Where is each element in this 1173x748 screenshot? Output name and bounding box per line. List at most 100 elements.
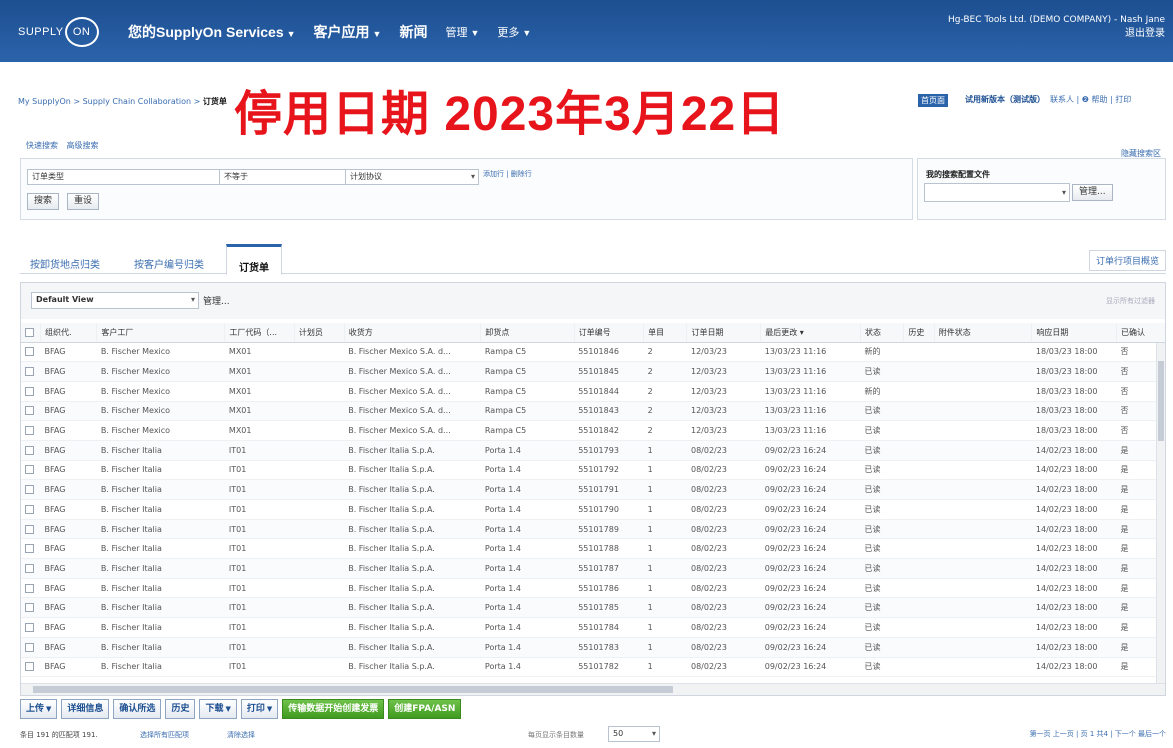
row-checkbox[interactable]: [25, 426, 34, 436]
nav-more[interactable]: 更多 ▼: [497, 22, 531, 42]
row-checkbox[interactable]: [25, 386, 34, 396]
table-row[interactable]: BFAG B. Fischer Italia IT01 B. Fischer Ital…: [21, 558, 1165, 579]
table-row[interactable]: BFAG B. Fischer Italia IT01 B. Fischer Ital…: [21, 479, 1165, 500]
row-checkbox[interactable]: [25, 504, 34, 514]
table-row[interactable]: BFAG B. Fischer Mexico MX01 B. Fischer Mexi…: [21, 381, 1165, 402]
per-page-select[interactable]: 50 ▾: [608, 726, 660, 742]
row-checkbox-cell[interactable]: [21, 381, 41, 402]
table-row[interactable]: BFAG B. Fischer Mexico MX01 B. Fischer Mexi…: [21, 342, 1165, 363]
row-checkbox[interactable]: [25, 445, 34, 455]
action-button[interactable]: 创建FPA/ASN: [388, 699, 462, 719]
row-checkbox[interactable]: [25, 662, 34, 672]
action-button[interactable]: 上传 ▼: [20, 699, 58, 719]
reset-button[interactable]: 重设: [67, 193, 100, 210]
column-header[interactable]: 计划员: [294, 323, 345, 343]
row-checkbox[interactable]: [25, 642, 34, 652]
order-lines-overview-button[interactable]: 订单行项目概览: [1088, 250, 1166, 271]
manage-view-button[interactable]: 管理...: [203, 294, 230, 307]
horizontal-scrollbar[interactable]: [21, 683, 1165, 695]
row-checkbox-cell[interactable]: [21, 420, 41, 441]
column-header[interactable]: 收货方: [344, 323, 482, 343]
row-checkbox-cell[interactable]: [21, 342, 41, 363]
table-row[interactable]: BFAG B. Fischer Italia IT01 B. Fischer Ital…: [21, 538, 1165, 560]
filter-field-select[interactable]: 订单类型▾: [27, 169, 231, 185]
column-header[interactable]: 状态: [860, 323, 905, 343]
table-row[interactable]: BFAG B. Fischer Italia IT01 B. Fischer Ital…: [21, 499, 1165, 520]
row-checkbox-cell[interactable]: [21, 499, 41, 520]
row-checkbox-cell[interactable]: [21, 440, 41, 461]
trial-version-link[interactable]: 试用新版本（测试版）: [965, 94, 1045, 105]
action-button[interactable]: 确认所选: [113, 699, 162, 719]
table-row[interactable]: BFAG B. Fischer Mexico MX01 B. Fischer Mexi…: [21, 361, 1165, 382]
row-checkbox-cell[interactable]: [21, 401, 41, 422]
row-checkbox-cell[interactable]: [21, 361, 41, 382]
row-checkbox[interactable]: [25, 465, 34, 475]
row-checkbox-cell[interactable]: [21, 538, 41, 560]
column-header[interactable]: 组织代.: [40, 323, 98, 343]
row-checkbox[interactable]: [25, 603, 34, 613]
row-checkbox-cell[interactable]: [21, 519, 41, 540]
row-checkbox-cell[interactable]: [21, 558, 41, 579]
column-header[interactable]: 客户工厂: [96, 323, 226, 343]
row-checkbox-cell[interactable]: [21, 479, 41, 500]
add-remove-row-links[interactable]: 添加行 | 删除行: [483, 169, 532, 179]
show-filters-link[interactable]: 显示所有过滤器: [1106, 296, 1155, 306]
row-checkbox[interactable]: [25, 544, 34, 554]
vertical-scrollbar[interactable]: [1156, 343, 1165, 683]
select-all-checkbox[interactable]: [21, 323, 42, 343]
tab-by-unloading-point[interactable]: 按卸货地点归类: [30, 256, 100, 271]
profile-manage-button[interactable]: 管理...: [1072, 184, 1113, 201]
action-button[interactable]: 打印 ▼: [240, 699, 279, 719]
filter-operator-select[interactable]: 不等于▾: [219, 169, 357, 185]
row-checkbox-cell[interactable]: [21, 578, 41, 599]
row-checkbox[interactable]: [25, 406, 34, 416]
row-checkbox[interactable]: [25, 583, 34, 593]
table-row[interactable]: BFAG B. Fischer Mexico MX01 B. Fischer Mexi…: [21, 420, 1165, 441]
column-header[interactable]: 订单编号: [574, 323, 645, 343]
column-header[interactable]: 响应日期: [1031, 323, 1117, 343]
tab-quick-search[interactable]: 快速搜索: [26, 141, 58, 150]
nav-customer-apps[interactable]: 客户应用 ▼: [314, 22, 382, 42]
row-checkbox-cell[interactable]: [21, 460, 41, 481]
column-header[interactable]: 工厂代码（...: [224, 323, 295, 343]
logout-link[interactable]: 退出登录: [948, 27, 1165, 40]
action-button[interactable]: 下载 ▼: [199, 699, 237, 719]
row-checkbox[interactable]: [25, 622, 34, 632]
row-checkbox-cell[interactable]: [21, 657, 41, 678]
search-profile-select[interactable]: ▾: [924, 183, 1070, 202]
tab-orders[interactable]: 订货单: [226, 244, 282, 275]
row-checkbox[interactable]: [25, 524, 34, 534]
clear-selection-link[interactable]: 清除选择: [227, 730, 255, 740]
column-header[interactable]: 已确认: [1116, 323, 1165, 343]
row-checkbox[interactable]: [25, 485, 34, 495]
tab-advanced-search[interactable]: 高级搜索: [67, 141, 99, 150]
table-row[interactable]: BFAG B. Fischer Italia IT01 B. Fischer Ital…: [21, 617, 1165, 638]
home-link[interactable]: 首页面: [918, 94, 948, 107]
column-header[interactable]: 订单日期: [686, 323, 762, 343]
table-row[interactable]: BFAG B. Fischer Italia IT01 B. Fischer Ital…: [21, 519, 1165, 540]
nav-news[interactable]: 新闻: [399, 22, 427, 42]
contact-help-print-links[interactable]: 联系人 | ❷ 帮助 | 打印: [1050, 94, 1131, 105]
search-button[interactable]: 搜索: [27, 193, 60, 210]
nav-supplyon-services[interactable]: 您的SupplyOn Services ▼: [128, 22, 296, 42]
row-checkbox-cell[interactable]: [21, 617, 41, 638]
column-header-sorted[interactable]: 最后更改 ▾: [760, 323, 862, 343]
supplyon-logo[interactable]: SUPPLY ON: [18, 17, 99, 47]
scroll-thumb[interactable]: [33, 686, 673, 693]
table-row[interactable]: BFAG B. Fischer Italia IT01 B. Fischer Ital…: [21, 657, 1165, 678]
row-checkbox-cell[interactable]: [21, 637, 41, 658]
action-button[interactable]: 详细信息: [61, 699, 110, 719]
nav-admin[interactable]: 管理 ▼: [445, 22, 479, 42]
table-row[interactable]: BFAG B. Fischer Italia IT01 B. Fischer Ital…: [21, 460, 1165, 481]
filter-value-select[interactable]: 计划协议 ▾: [345, 169, 479, 185]
action-button[interactable]: 历史: [165, 699, 196, 719]
tab-by-customer-number[interactable]: 按客户编号归类: [134, 256, 204, 271]
row-checkbox[interactable]: [25, 563, 34, 573]
table-row[interactable]: BFAG B. Fischer Italia IT01 B. Fischer Ital…: [21, 597, 1165, 619]
table-row[interactable]: BFAG B. Fischer Mexico MX01 B. Fischer Mexi…: [21, 401, 1165, 422]
table-row[interactable]: BFAG B. Fischer Italia IT01 B. Fischer Ital…: [21, 578, 1165, 599]
scroll-thumb[interactable]: [1158, 361, 1164, 441]
row-checkbox[interactable]: [25, 347, 34, 357]
table-row[interactable]: BFAG B. Fischer Italia IT01 B. Fischer Ital…: [21, 637, 1165, 658]
checkbox[interactable]: [25, 327, 34, 337]
